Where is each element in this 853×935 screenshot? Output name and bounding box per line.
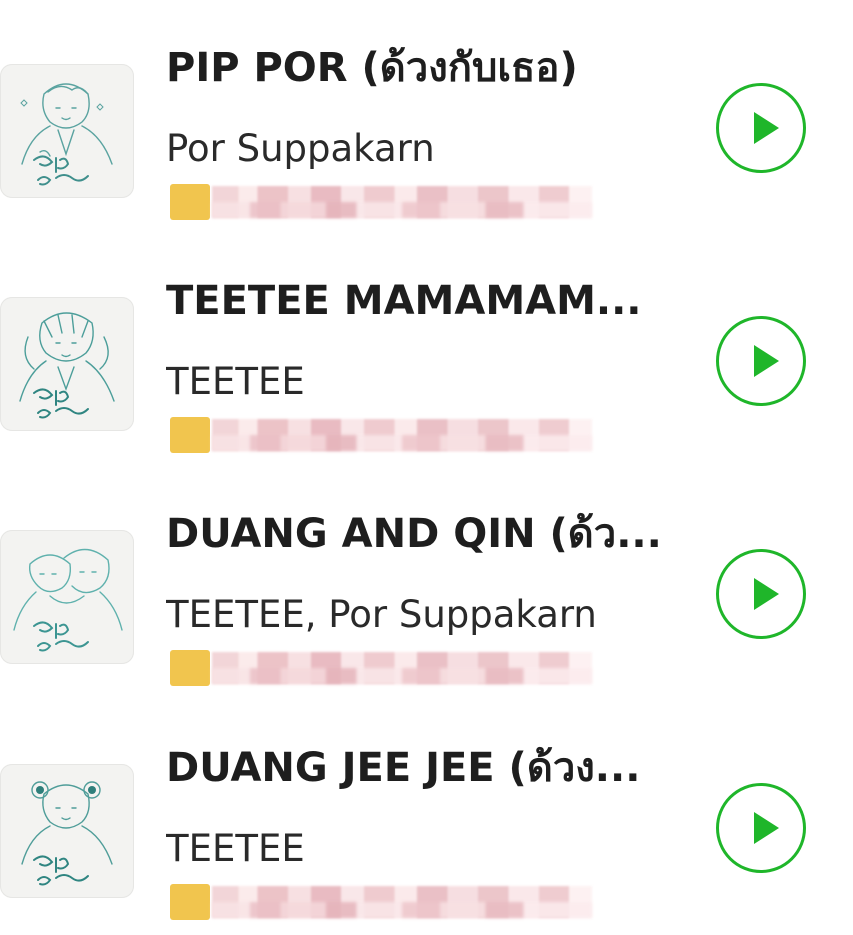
track-row[interactable]: DUANG AND QIN (ด้ว... TEETEE, Por Suppak…	[0, 466, 853, 698]
play-icon	[754, 112, 779, 144]
album-cover[interactable]	[0, 297, 134, 431]
play-button[interactable]	[716, 549, 806, 639]
play-button[interactable]	[716, 316, 806, 406]
blurred-text	[212, 435, 592, 451]
play-icon	[754, 345, 779, 377]
track-title[interactable]: PIP POR (ด้วงกับเธอ)	[166, 42, 686, 94]
track-title[interactable]: DUANG JEE JEE (ด้วง...	[166, 742, 686, 794]
track-artist[interactable]: TEETEE	[166, 824, 686, 874]
badge-chip	[170, 884, 210, 920]
blurred-text	[212, 202, 592, 218]
redacted-metadata	[160, 882, 592, 922]
album-cover-illustration	[13, 548, 123, 652]
album-cover[interactable]	[0, 64, 134, 198]
redacted-metadata	[160, 182, 592, 222]
album-cover[interactable]	[0, 530, 134, 664]
track-row[interactable]: DUANG JEE JEE (ด้วง... TEETEE	[0, 700, 853, 932]
redacted-metadata	[160, 648, 592, 688]
badge-chip	[170, 417, 210, 453]
play-button[interactable]	[716, 783, 806, 873]
blurred-text	[212, 902, 592, 918]
track-artist[interactable]: TEETEE, Por Suppakarn	[166, 590, 686, 640]
badge-chip	[170, 650, 210, 686]
track-title[interactable]: DUANG AND QIN (ด้ว...	[166, 508, 686, 560]
play-icon	[754, 578, 779, 610]
track-artist[interactable]: Por Suppakarn	[166, 124, 686, 174]
blurred-text	[212, 668, 592, 684]
track-row[interactable]: PIP POR (ด้วงกับเธอ) Por Suppakarn	[0, 0, 853, 232]
track-list: PIP POR (ด้วงกับเธอ) Por Suppakarn TEETE…	[0, 0, 853, 935]
album-cover[interactable]	[0, 764, 134, 898]
track-title[interactable]: TEETEE MAMAMAM...	[166, 275, 686, 327]
track-row[interactable]: TEETEE MAMAMAM... TEETEE	[0, 233, 853, 465]
track-artist[interactable]: TEETEE	[166, 357, 686, 407]
play-icon	[754, 812, 779, 844]
play-button[interactable]	[716, 83, 806, 173]
badge-chip	[170, 184, 210, 220]
album-cover-illustration	[19, 312, 115, 419]
redacted-metadata	[160, 415, 592, 455]
album-cover-illustration	[20, 83, 113, 186]
album-cover-illustration	[21, 781, 113, 886]
